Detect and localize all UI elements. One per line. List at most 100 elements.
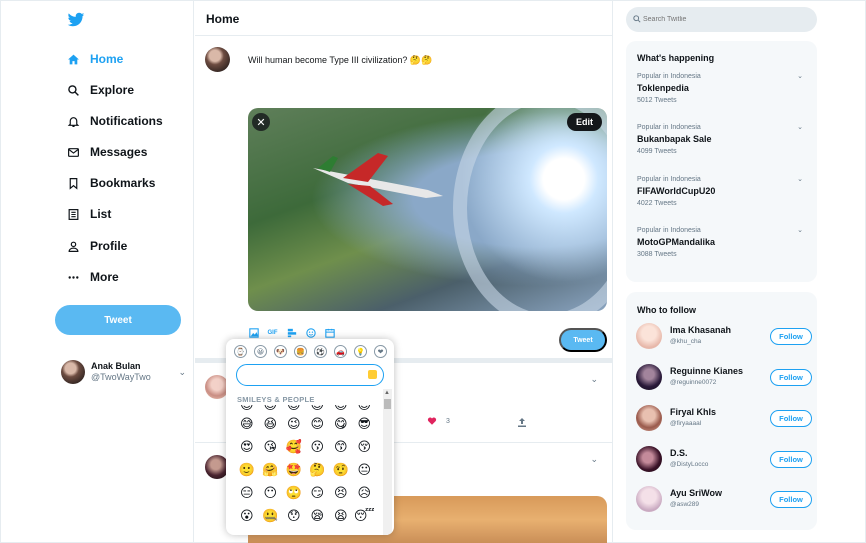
emoji-button[interactable]: 😥	[353, 482, 377, 505]
emoji-button[interactable]: 😊	[353, 405, 377, 413]
schedule-icon[interactable]	[324, 327, 335, 338]
emoji-button[interactable]: 😊	[306, 405, 330, 413]
nav-home[interactable]: Home	[67, 49, 123, 69]
emoji-button[interactable]: 🤩	[282, 459, 306, 482]
follow-button[interactable]: Follow	[770, 490, 812, 508]
image-icon[interactable]	[248, 327, 259, 338]
like-button[interactable]: 3	[427, 416, 450, 426]
emoji-button[interactable]: 😫	[329, 505, 353, 528]
emoji-category-tab[interactable]: 😀	[254, 345, 267, 358]
compose-textarea[interactable]: Will human become Type III civilization?…	[248, 55, 432, 66]
gif-icon[interactable]: GIF	[267, 327, 278, 338]
post-tweet-button[interactable]: Tweet	[559, 328, 607, 352]
edit-media-button[interactable]: Edit	[567, 113, 602, 131]
emoji-button[interactable]: 😏	[306, 482, 330, 505]
scrollbar-thumb[interactable]	[384, 399, 391, 409]
emoji-button[interactable]: 😘	[259, 436, 283, 459]
emoji-button[interactable]: 😊	[235, 405, 259, 413]
nav-notifications[interactable]: Notifications	[67, 111, 163, 131]
emoji-category-tab[interactable]: ⚽	[314, 345, 327, 358]
emoji-button[interactable]: 🤗	[259, 459, 283, 482]
emoji-button[interactable]: 😋	[329, 413, 353, 436]
emoji-button[interactable]: 😴	[353, 505, 377, 528]
nav-more[interactable]: More	[67, 267, 119, 287]
emoji-button[interactable]: 🤔	[306, 459, 330, 482]
emoji-category-tab[interactable]: ❤	[374, 345, 387, 358]
follow-suggestion[interactable]: Ayu SriWow @asw289 Follow	[636, 485, 812, 513]
emoji-button[interactable]: 🙂	[235, 459, 259, 482]
mail-icon	[68, 147, 79, 157]
emoji-button[interactable]: 😶	[259, 482, 283, 505]
emoji-button[interactable]: 😗	[306, 436, 330, 459]
chevron-down-icon[interactable]: ⌄	[797, 71, 803, 82]
nav-explore[interactable]: Explore	[67, 80, 134, 100]
skin-tone-selector[interactable]	[368, 370, 377, 379]
follow-button[interactable]: Follow	[770, 450, 812, 468]
share-icon[interactable]	[518, 418, 526, 427]
image-ring-shape	[453, 108, 607, 311]
chevron-down-icon[interactable]: ⌄	[590, 454, 598, 465]
emoji-button[interactable]: 😊	[306, 413, 330, 436]
emoji-button[interactable]: 🤨	[329, 459, 353, 482]
emoji-icon[interactable]	[305, 327, 316, 338]
emoji-button[interactable]: 🥰	[282, 436, 306, 459]
follow-button[interactable]: Follow	[770, 368, 812, 386]
user-info: Reguinne Kianes @reguinne0072	[670, 366, 743, 388]
account-name: Anak Bulan	[91, 361, 141, 371]
trend-item[interactable]: Popular in Indonesia MotoGPMandalika 308…	[637, 225, 807, 260]
remove-media-button[interactable]: ✕	[252, 113, 270, 131]
emoji-category-tab[interactable]: 🚗	[334, 345, 347, 358]
scroll-up-icon[interactable]: ▲	[384, 390, 390, 396]
emoji-button[interactable]: 😚	[353, 436, 377, 459]
follow-button[interactable]: Follow	[770, 327, 812, 345]
emoji-category-tab[interactable]: 🐶	[274, 345, 287, 358]
follow-suggestion[interactable]: D.S. @DistyLocco Follow	[636, 445, 812, 473]
tweet-button[interactable]: Tweet	[55, 305, 181, 335]
follow-suggestion[interactable]: Firyal Khls @firyaaaal Follow	[636, 404, 812, 432]
follow-suggestion[interactable]: Ima Khasanah @khu_cha Follow	[636, 322, 812, 350]
emoji-button[interactable]: 😍	[235, 436, 259, 459]
emoji-button[interactable]: 🤐	[259, 505, 283, 528]
emoji-button[interactable]: 😑	[235, 482, 259, 505]
nav-home-label: Home	[90, 52, 124, 66]
emoji-button[interactable]: 😯	[282, 505, 306, 528]
emoji-button[interactable]: 😮	[235, 505, 259, 528]
emoji-button[interactable]: 🙄	[282, 482, 306, 505]
emoji-button[interactable]: 😙	[329, 436, 353, 459]
trend-item[interactable]: Popular in Indonesia FIFAWorldCupU20 402…	[637, 174, 807, 209]
emoji-button[interactable]: 😅	[235, 413, 259, 436]
emoji-category-tab[interactable]: ⌚	[234, 345, 247, 358]
chevron-down-icon[interactable]: ⌄	[797, 122, 803, 133]
follow-suggestion[interactable]: Reguinne Kianes @reguinne0072 Follow	[636, 363, 812, 391]
scrollbar[interactable]: ▲	[383, 389, 392, 535]
emoji-search-input[interactable]	[236, 364, 384, 386]
emoji-button[interactable]: 😉	[282, 413, 306, 436]
emoji-button[interactable]: 😪	[306, 505, 330, 528]
emoji-category-tab[interactable]: 🍔	[294, 345, 307, 358]
follow-button[interactable]: Follow	[770, 409, 812, 427]
emoji-category-tab[interactable]: 💡	[354, 345, 367, 358]
trend-item[interactable]: Popular in Indonesia Toklenpedia 5012 Tw…	[637, 71, 807, 106]
emoji-button[interactable]: 😐	[353, 459, 377, 482]
avatar	[636, 323, 662, 349]
emoji-button[interactable]: 😎	[353, 413, 377, 436]
search-input[interactable]	[626, 7, 817, 32]
nav-explore-label: Explore	[90, 83, 135, 97]
nav-bookmarks[interactable]: Bookmarks	[67, 173, 155, 193]
chevron-down-icon[interactable]: ⌄	[797, 225, 803, 236]
account-info: Anak Bulan @TwoWayTwo	[91, 361, 151, 383]
emoji-button[interactable]: 😊	[329, 405, 353, 413]
nav-messages[interactable]: Messages	[67, 142, 147, 162]
emoji-button[interactable]: 😊	[259, 405, 283, 413]
twitter-logo-icon[interactable]	[67, 11, 85, 29]
account-switcher[interactable]: Anak Bulan @TwoWayTwo ⌄	[61, 358, 186, 386]
nav-profile[interactable]: Profile	[67, 236, 127, 256]
emoji-button[interactable]: 😊	[282, 405, 306, 413]
poll-icon[interactable]	[286, 327, 297, 338]
trend-item[interactable]: Popular in Indonesia Bukanbapak Sale 409…	[637, 122, 807, 157]
chevron-down-icon[interactable]: ⌄	[797, 174, 803, 185]
chevron-down-icon[interactable]: ⌄	[590, 374, 598, 385]
emoji-button[interactable]: 😣	[329, 482, 353, 505]
emoji-button[interactable]: 😆	[259, 413, 283, 436]
nav-list[interactable]: List	[67, 204, 111, 224]
